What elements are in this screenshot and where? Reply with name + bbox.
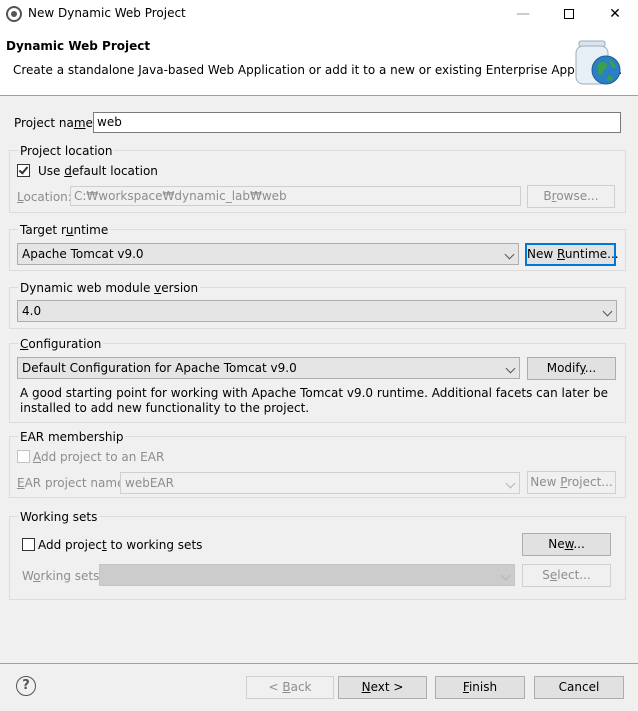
next-button[interactable]: Next >: [338, 676, 427, 699]
maximize-icon: [564, 9, 574, 19]
configuration-select[interactable]: Default Configuration for Apache Tomcat …: [17, 357, 520, 379]
close-button[interactable]: ✕: [592, 0, 638, 28]
location-input[interactable]: C:₩workspace₩dynamic_lab₩web: [70, 186, 521, 206]
chevron-down-icon: [602, 306, 613, 317]
project-location-group-label: Project location: [18, 144, 115, 158]
add-to-working-sets-checkbox[interactable]: [22, 538, 35, 551]
new-working-set-button[interactable]: New...: [522, 533, 611, 556]
minimize-icon: —: [516, 6, 530, 22]
check-mark-icon: [18, 164, 29, 175]
maximize-button[interactable]: [546, 0, 592, 28]
working-sets-field-label: Working sets:: [22, 569, 104, 583]
close-icon: ✕: [609, 6, 621, 22]
configuration-label: Configuration: [18, 337, 104, 351]
modify-button[interactable]: Modify...: [527, 357, 616, 380]
minimize-button[interactable]: —: [500, 0, 546, 28]
finish-button[interactable]: Finish: [435, 676, 525, 699]
title-bar[interactable]: New Dynamic Web Project — ✕: [0, 0, 638, 28]
cancel-button[interactable]: Cancel: [534, 676, 624, 699]
use-default-location-label: Use default location: [38, 164, 158, 178]
web-project-jar-globe-icon: [575, 40, 621, 85]
target-runtime-label: Target runtime: [18, 223, 111, 237]
configuration-description: A good starting point for working with A…: [20, 386, 609, 415]
wizard-title: Dynamic Web Project: [6, 39, 151, 53]
working-sets-label: Working sets: [18, 510, 100, 524]
window-title: New Dynamic Web Project: [28, 6, 186, 20]
wizard-banner: Dynamic Web Project Create a standalone …: [0, 28, 638, 96]
eclipse-app-icon: [6, 6, 22, 22]
footer-divider: [0, 663, 638, 664]
chevron-down-icon: [505, 363, 516, 374]
working-sets-select[interactable]: [99, 564, 515, 586]
use-default-location-checkbox[interactable]: [17, 164, 30, 177]
chevron-down-icon: [505, 478, 516, 489]
ear-membership-label: EAR membership: [18, 430, 126, 444]
project-name-label: Project name:: [14, 116, 97, 130]
select-working-sets-button[interactable]: Select...: [522, 564, 611, 587]
add-to-ear-label: Add project to an EAR: [33, 450, 165, 464]
new-ear-project-button[interactable]: New Project...: [527, 471, 616, 494]
back-button[interactable]: < Back: [246, 676, 334, 699]
browse-button[interactable]: Browse...: [527, 185, 615, 208]
ear-project-name-select[interactable]: webEAR: [120, 472, 520, 494]
add-to-ear-checkbox[interactable]: [17, 450, 30, 463]
add-to-working-sets-label: Add project to working sets: [38, 538, 203, 552]
module-version-select[interactable]: 4.0: [17, 300, 617, 322]
working-sets-group: [9, 516, 626, 600]
project-name-input[interactable]: web: [93, 112, 621, 133]
new-runtime-button[interactable]: New Runtime...: [525, 243, 619, 266]
location-label: Location:: [17, 190, 72, 204]
module-version-label: Dynamic web module version: [18, 281, 201, 295]
chevron-down-icon: [504, 249, 515, 260]
help-icon[interactable]: ?: [16, 676, 36, 696]
ear-project-name-label: EAR project name:: [17, 476, 129, 490]
wizard-description: Create a standalone Java-based Web Appli…: [13, 63, 623, 77]
chevron-down-icon: [500, 570, 511, 581]
target-runtime-select[interactable]: Apache Tomcat v9.0: [17, 243, 519, 265]
